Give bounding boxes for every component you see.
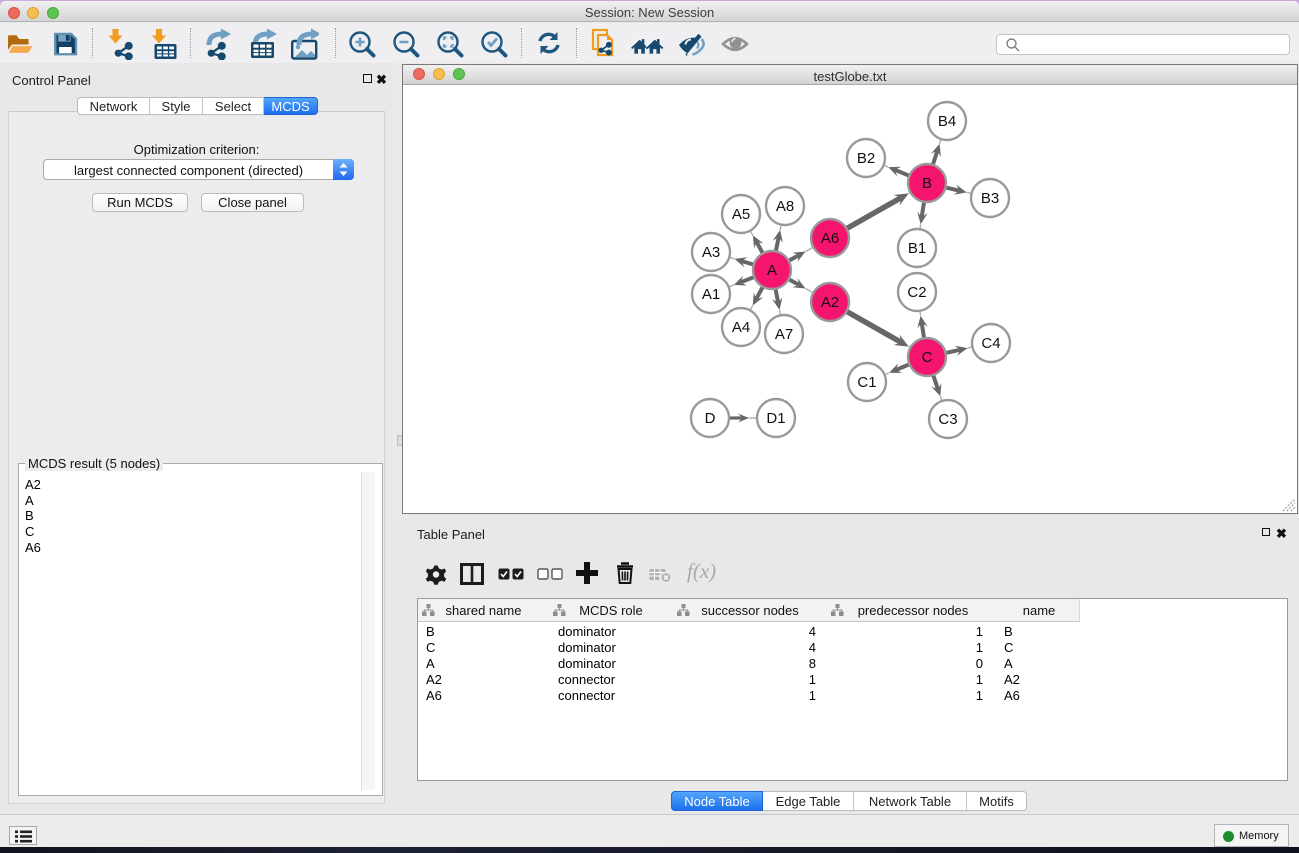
svg-text:A6: A6 <box>821 230 839 247</box>
svg-text:C4: C4 <box>981 335 1000 352</box>
svg-text:B4: B4 <box>938 113 956 130</box>
svg-text:C1: C1 <box>857 374 876 391</box>
svg-text:B1: B1 <box>908 240 926 257</box>
svg-text:A1: A1 <box>702 286 720 303</box>
svg-text:A: A <box>767 262 777 279</box>
svg-text:C: C <box>922 349 933 366</box>
svg-text:B: B <box>922 175 932 192</box>
svg-text:A7: A7 <box>775 326 793 343</box>
svg-text:B3: B3 <box>981 190 999 207</box>
svg-text:A2: A2 <box>821 294 839 311</box>
svg-text:A3: A3 <box>702 244 720 261</box>
svg-text:C2: C2 <box>907 284 926 301</box>
svg-text:D1: D1 <box>766 410 785 427</box>
svg-text:C3: C3 <box>938 411 957 428</box>
svg-text:A8: A8 <box>776 198 794 215</box>
svg-text:A5: A5 <box>732 206 750 223</box>
svg-text:D: D <box>705 410 716 427</box>
svg-text:A4: A4 <box>732 319 750 336</box>
svg-text:B2: B2 <box>857 150 875 167</box>
